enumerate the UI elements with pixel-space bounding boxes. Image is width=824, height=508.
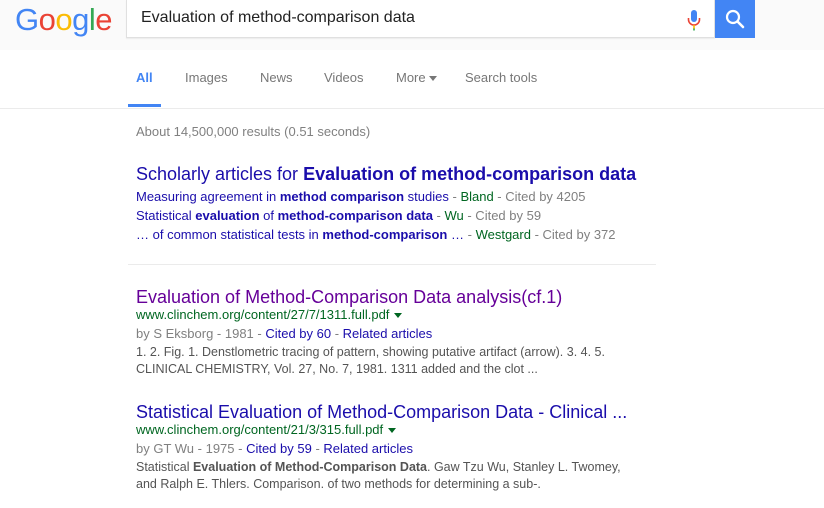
scholarly-item[interactable]: Statistical evaluation of method-compari…	[136, 208, 541, 223]
snippet-text: Statistical	[136, 460, 193, 474]
result-url[interactable]: www.clinchem.org/content/21/3/315.full.p…	[136, 422, 397, 437]
tab-videos[interactable]: Videos	[324, 70, 364, 85]
result-snippet: and Ralph E. Thlers. Comparison. of two …	[136, 477, 541, 491]
scholarly-title[interactable]: Scholarly articles for Evaluation of met…	[136, 164, 636, 185]
tab-news[interactable]: News	[260, 70, 293, 85]
scholarly-text: … of common statistical tests in	[136, 227, 323, 242]
scholarly-highlight: method-comparison	[322, 227, 448, 242]
scholarly-title-prefix: Scholarly articles for	[136, 164, 304, 184]
search-input[interactable]: Evaluation of method-comparison data	[141, 9, 415, 27]
tab-more-label: More	[396, 70, 426, 85]
result-url-text: www.clinchem.org/content/21/3/315.full.p…	[136, 422, 384, 437]
scholarly-text: studies	[404, 189, 449, 204]
result-url[interactable]: www.clinchem.org/content/27/7/1311.full.…	[136, 307, 403, 322]
scholarly-item[interactable]: Measuring agreement in method comparison…	[136, 189, 585, 204]
scholarly-text: of	[259, 208, 278, 223]
scholarly-text: …	[447, 227, 464, 242]
logo-letter: G	[15, 2, 39, 37]
result-snippet: Statistical Evaluation of Method-Compari…	[136, 459, 621, 476]
google-logo[interactable]: Google	[15, 2, 113, 37]
separator: -	[464, 227, 476, 242]
search-button[interactable]	[715, 0, 755, 38]
scholarly-cited-by: - Cited by 59	[463, 208, 542, 223]
tab-images[interactable]: Images	[185, 70, 228, 85]
active-tab-indicator	[128, 104, 161, 107]
tab-search-tools[interactable]: Search tools	[465, 70, 537, 85]
scholarly-item[interactable]: … of common statistical tests in method-…	[136, 227, 616, 242]
tab-all[interactable]: All	[136, 70, 153, 85]
divider	[128, 264, 656, 265]
result-meta: by S Eksborg - 1981 - Cited by 60 - Rela…	[136, 326, 433, 341]
related-articles-link[interactable]: Related articles	[323, 441, 413, 456]
result-byline: by GT Wu - 1975 -	[136, 441, 247, 456]
scholarly-author[interactable]: Wu	[444, 208, 463, 223]
logo-letter: o	[38, 2, 56, 37]
scholarly-author[interactable]: Bland	[460, 189, 493, 204]
result-url-text: www.clinchem.org/content/27/7/1311.full.…	[136, 307, 390, 322]
result-snippet: 1. 2. Fig. 1. Denstlometric tracing of p…	[136, 345, 605, 359]
search-icon	[725, 9, 745, 29]
logo-letter: o	[55, 2, 73, 37]
scholarly-highlight: evaluation	[195, 208, 260, 223]
logo-letter: e	[95, 2, 113, 37]
tab-more[interactable]: More	[396, 70, 438, 85]
microphone-icon[interactable]	[686, 9, 702, 31]
search-box[interactable]: Evaluation of method-comparison data	[126, 0, 715, 38]
snippet-highlight: Evaluation of Method-Comparison Data	[192, 460, 428, 474]
top-bar: Google Evaluation of method-comparison d…	[0, 0, 824, 50]
separator: -	[448, 189, 461, 204]
snippet-text: . Gaw Tzu Wu, Stanley L. Twomey,	[427, 460, 621, 474]
scholarly-author[interactable]: Westgard	[476, 227, 531, 242]
result-title[interactable]: Statistical Evaluation of Method-Compari…	[136, 402, 627, 423]
scholarly-highlight: method comparison	[279, 189, 405, 204]
result-byline: by S Eksborg - 1981 -	[136, 326, 266, 341]
scholarly-cited-by: - Cited by 4205	[493, 189, 586, 204]
related-articles-link[interactable]: Related articles	[343, 326, 433, 341]
search-tabs: All Images News Videos More Search tools	[0, 50, 824, 109]
dropdown-arrow-icon[interactable]	[388, 428, 397, 434]
result-snippet: CLINICAL CHEMISTRY, Vol. 27, No. 7, 1981…	[136, 362, 538, 376]
separator: -	[432, 208, 445, 223]
scholarly-text: Statistical	[136, 208, 196, 223]
result-meta: by GT Wu - 1975 - Cited by 59 - Related …	[136, 441, 413, 456]
cited-by-link[interactable]: Cited by 59	[246, 441, 312, 456]
cited-by-link[interactable]: Cited by 60	[265, 326, 331, 341]
scholarly-cited-by: - Cited by 372	[530, 227, 616, 242]
result-title[interactable]: Evaluation of Method-Comparison Data ana…	[136, 287, 562, 308]
scholarly-highlight: method-comparison data	[277, 208, 433, 223]
chevron-down-icon	[429, 76, 438, 82]
scholarly-title-query: Evaluation of method-comparison data	[303, 164, 637, 184]
dropdown-arrow-icon[interactable]	[394, 313, 403, 319]
result-stats: About 14,500,000 results (0.51 seconds)	[136, 124, 371, 139]
logo-letter: g	[72, 2, 89, 37]
scholarly-text: Measuring agreement in	[136, 189, 280, 204]
